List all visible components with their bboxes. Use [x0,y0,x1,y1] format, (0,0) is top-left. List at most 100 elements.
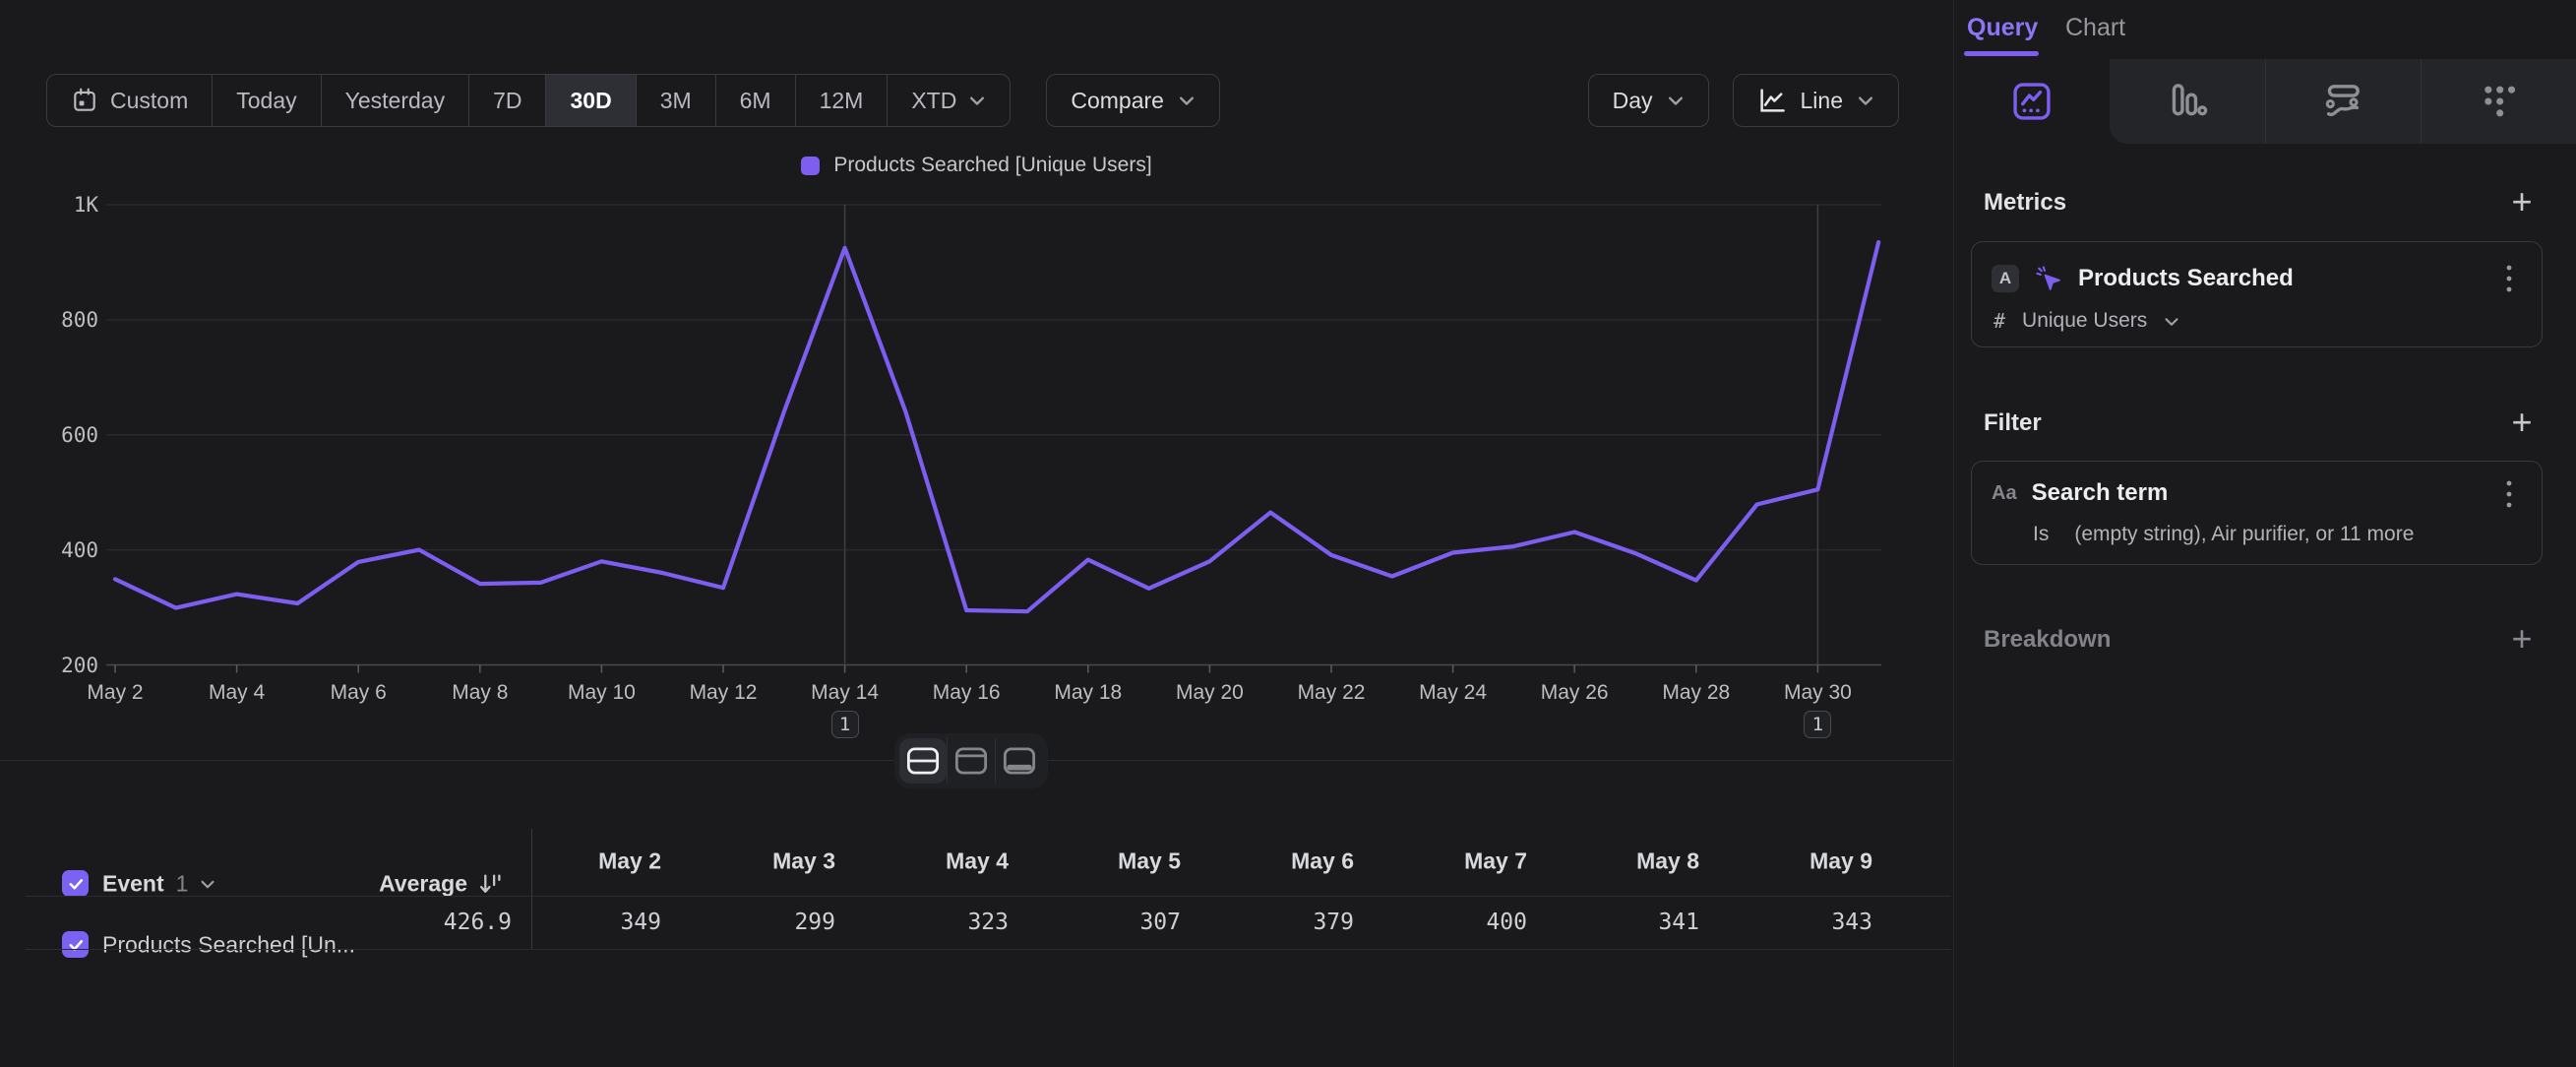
funnels-icon [2166,80,2209,123]
line-chart-area[interactable]: 1K800600400200May 2May 4May 6May 8May 10… [0,0,1953,758]
table-cell-value: 343 [1705,910,1872,935]
breakdown-table: Event 1 Average Products Searched [Un...… [0,823,1953,1049]
average-sort-header[interactable]: Average [337,871,504,898]
chevron-down-icon [200,878,215,891]
y-axis-label: 1K [28,193,98,217]
chart-svg [0,0,1953,758]
x-axis-label: May 24 [1384,681,1522,705]
x-axis-label: May 22 [1262,681,1400,705]
layout-chart-only-button[interactable] [947,738,995,784]
add-breakdown-button[interactable]: + [2505,622,2539,656]
tab-funnels[interactable] [2110,59,2265,144]
x-axis-label: May 28 [1627,681,1765,705]
table-cell-value: 400 [1360,910,1527,935]
tab-flows[interactable] [2265,59,2421,144]
filter-heading: Filter [1984,409,2042,437]
metric-options-kebab-icon[interactable] [2492,262,2526,295]
check-icon [66,935,85,954]
flows-icon [2321,80,2364,123]
tab-more-report-types[interactable] [2421,59,2576,144]
series-line [115,242,1878,611]
metrics-heading: Metrics [1984,189,2066,217]
string-type-glyph: Aa [1992,482,2017,505]
table-only-icon [1003,747,1036,775]
average-header-label: Average [379,871,467,898]
filter-value: (empty string), Air purifier, or 11 more [2074,523,2414,546]
report-type-tabs [1954,59,2576,144]
add-metric-button[interactable]: + [2505,185,2539,219]
x-axis-label: May 18 [1019,681,1157,705]
filter-operator: Is [2033,523,2049,546]
x-axis-label: May 26 [1505,681,1643,705]
table-average-value: 426.9 [344,910,512,935]
add-filter-button[interactable]: + [2505,406,2539,439]
table-cell-value: 299 [668,910,835,935]
table-header-border [26,896,1951,897]
y-axis-label: 200 [28,654,98,677]
breakdown-heading: Breakdown [1984,626,2111,654]
sort-descending-icon [477,872,504,897]
table-cell-value: 341 [1532,910,1699,935]
filter-property-name: Search term [2032,479,2169,507]
query-sidebar: Query Chart Metrics + A [1953,0,2576,1067]
metric-letter-badge: A [1992,265,2019,292]
x-axis-label: May 4 [168,681,306,705]
layout-switcher [894,733,1048,788]
table-column-header[interactable]: May 6 [1187,848,1354,875]
metric-name: Products Searched [2078,265,2294,292]
more-grid-icon [2477,80,2520,123]
table-row-name: Products Searched [Un... [102,932,355,959]
x-axis-label: May 2 [46,681,184,705]
x-axis-label: May 6 [289,681,427,705]
table-column-header[interactable]: May 2 [494,848,661,875]
row-checkbox[interactable] [62,931,89,958]
active-tab-underline [1964,51,2039,56]
x-axis-label: May 16 [897,681,1035,705]
filter-card-row: Aa Search term [1992,479,2168,507]
table-column-header[interactable]: May 7 [1360,848,1527,875]
measure-dropdown[interactable]: # Unique Users [1993,309,2179,333]
event-cursor-icon [2034,264,2063,293]
check-icon [66,874,85,893]
report-main-area: CustomTodayYesterday7D30D3M6M12MXTD Comp… [0,0,1953,1067]
y-axis-label: 400 [28,538,98,562]
select-all-checkbox[interactable] [62,870,89,897]
metric-card[interactable]: A Products Searched # Unique Users [1971,241,2543,347]
x-axis-label: May 14 [776,681,914,705]
table-column-header[interactable]: May 5 [1013,848,1181,875]
number-glyph: # [1993,309,2005,333]
table-column-header[interactable]: May 9 [1705,848,1872,875]
event-header-dropdown[interactable]: Event 1 [102,871,215,898]
insights-report-app: CustomTodayYesterday7D30D3M6M12MXTD Comp… [0,0,2576,1067]
chevron-down-icon [2164,315,2179,328]
measure-label: Unique Users [2022,309,2147,333]
insights-icon [2010,80,2054,123]
x-axis-label: May 20 [1140,681,1278,705]
table-cell-value: 349 [494,910,661,935]
table-column-header[interactable]: May 4 [841,848,1009,875]
annotation-badge[interactable]: 1 [831,711,859,738]
filter-clause[interactable]: Is (empty string), Air purifier, or 11 m… [2033,523,2414,546]
filter-options-kebab-icon[interactable] [2492,477,2526,511]
metric-card-row: A Products Searched [1992,264,2294,293]
tab-query[interactable]: Query [1967,14,2038,42]
table-row-border [26,949,1951,950]
split-view-icon [906,747,940,775]
tab-chart[interactable]: Chart [2065,14,2125,42]
table-cell-value: 307 [1013,910,1181,935]
chart-canvas [0,0,1953,758]
event-count: 1 [176,871,189,898]
table-column-header[interactable]: May 3 [668,848,835,875]
x-axis-label: May 30 [1748,681,1886,705]
table-cell-value: 323 [841,910,1009,935]
x-axis-label: May 12 [654,681,792,705]
table-cell-value: 379 [1187,910,1354,935]
filter-card[interactable]: Aa Search term Is (empty string), Air pu… [1971,461,2543,565]
annotation-badge[interactable]: 1 [1804,711,1831,738]
tab-insights[interactable] [1954,59,2110,144]
layout-table-only-button[interactable] [995,738,1043,784]
layout-split-view-button[interactable] [899,738,947,784]
sidebar-tab-bar: Query Chart [1954,0,2576,59]
event-header-label: Event [102,871,164,898]
table-column-header[interactable]: May 8 [1532,848,1699,875]
